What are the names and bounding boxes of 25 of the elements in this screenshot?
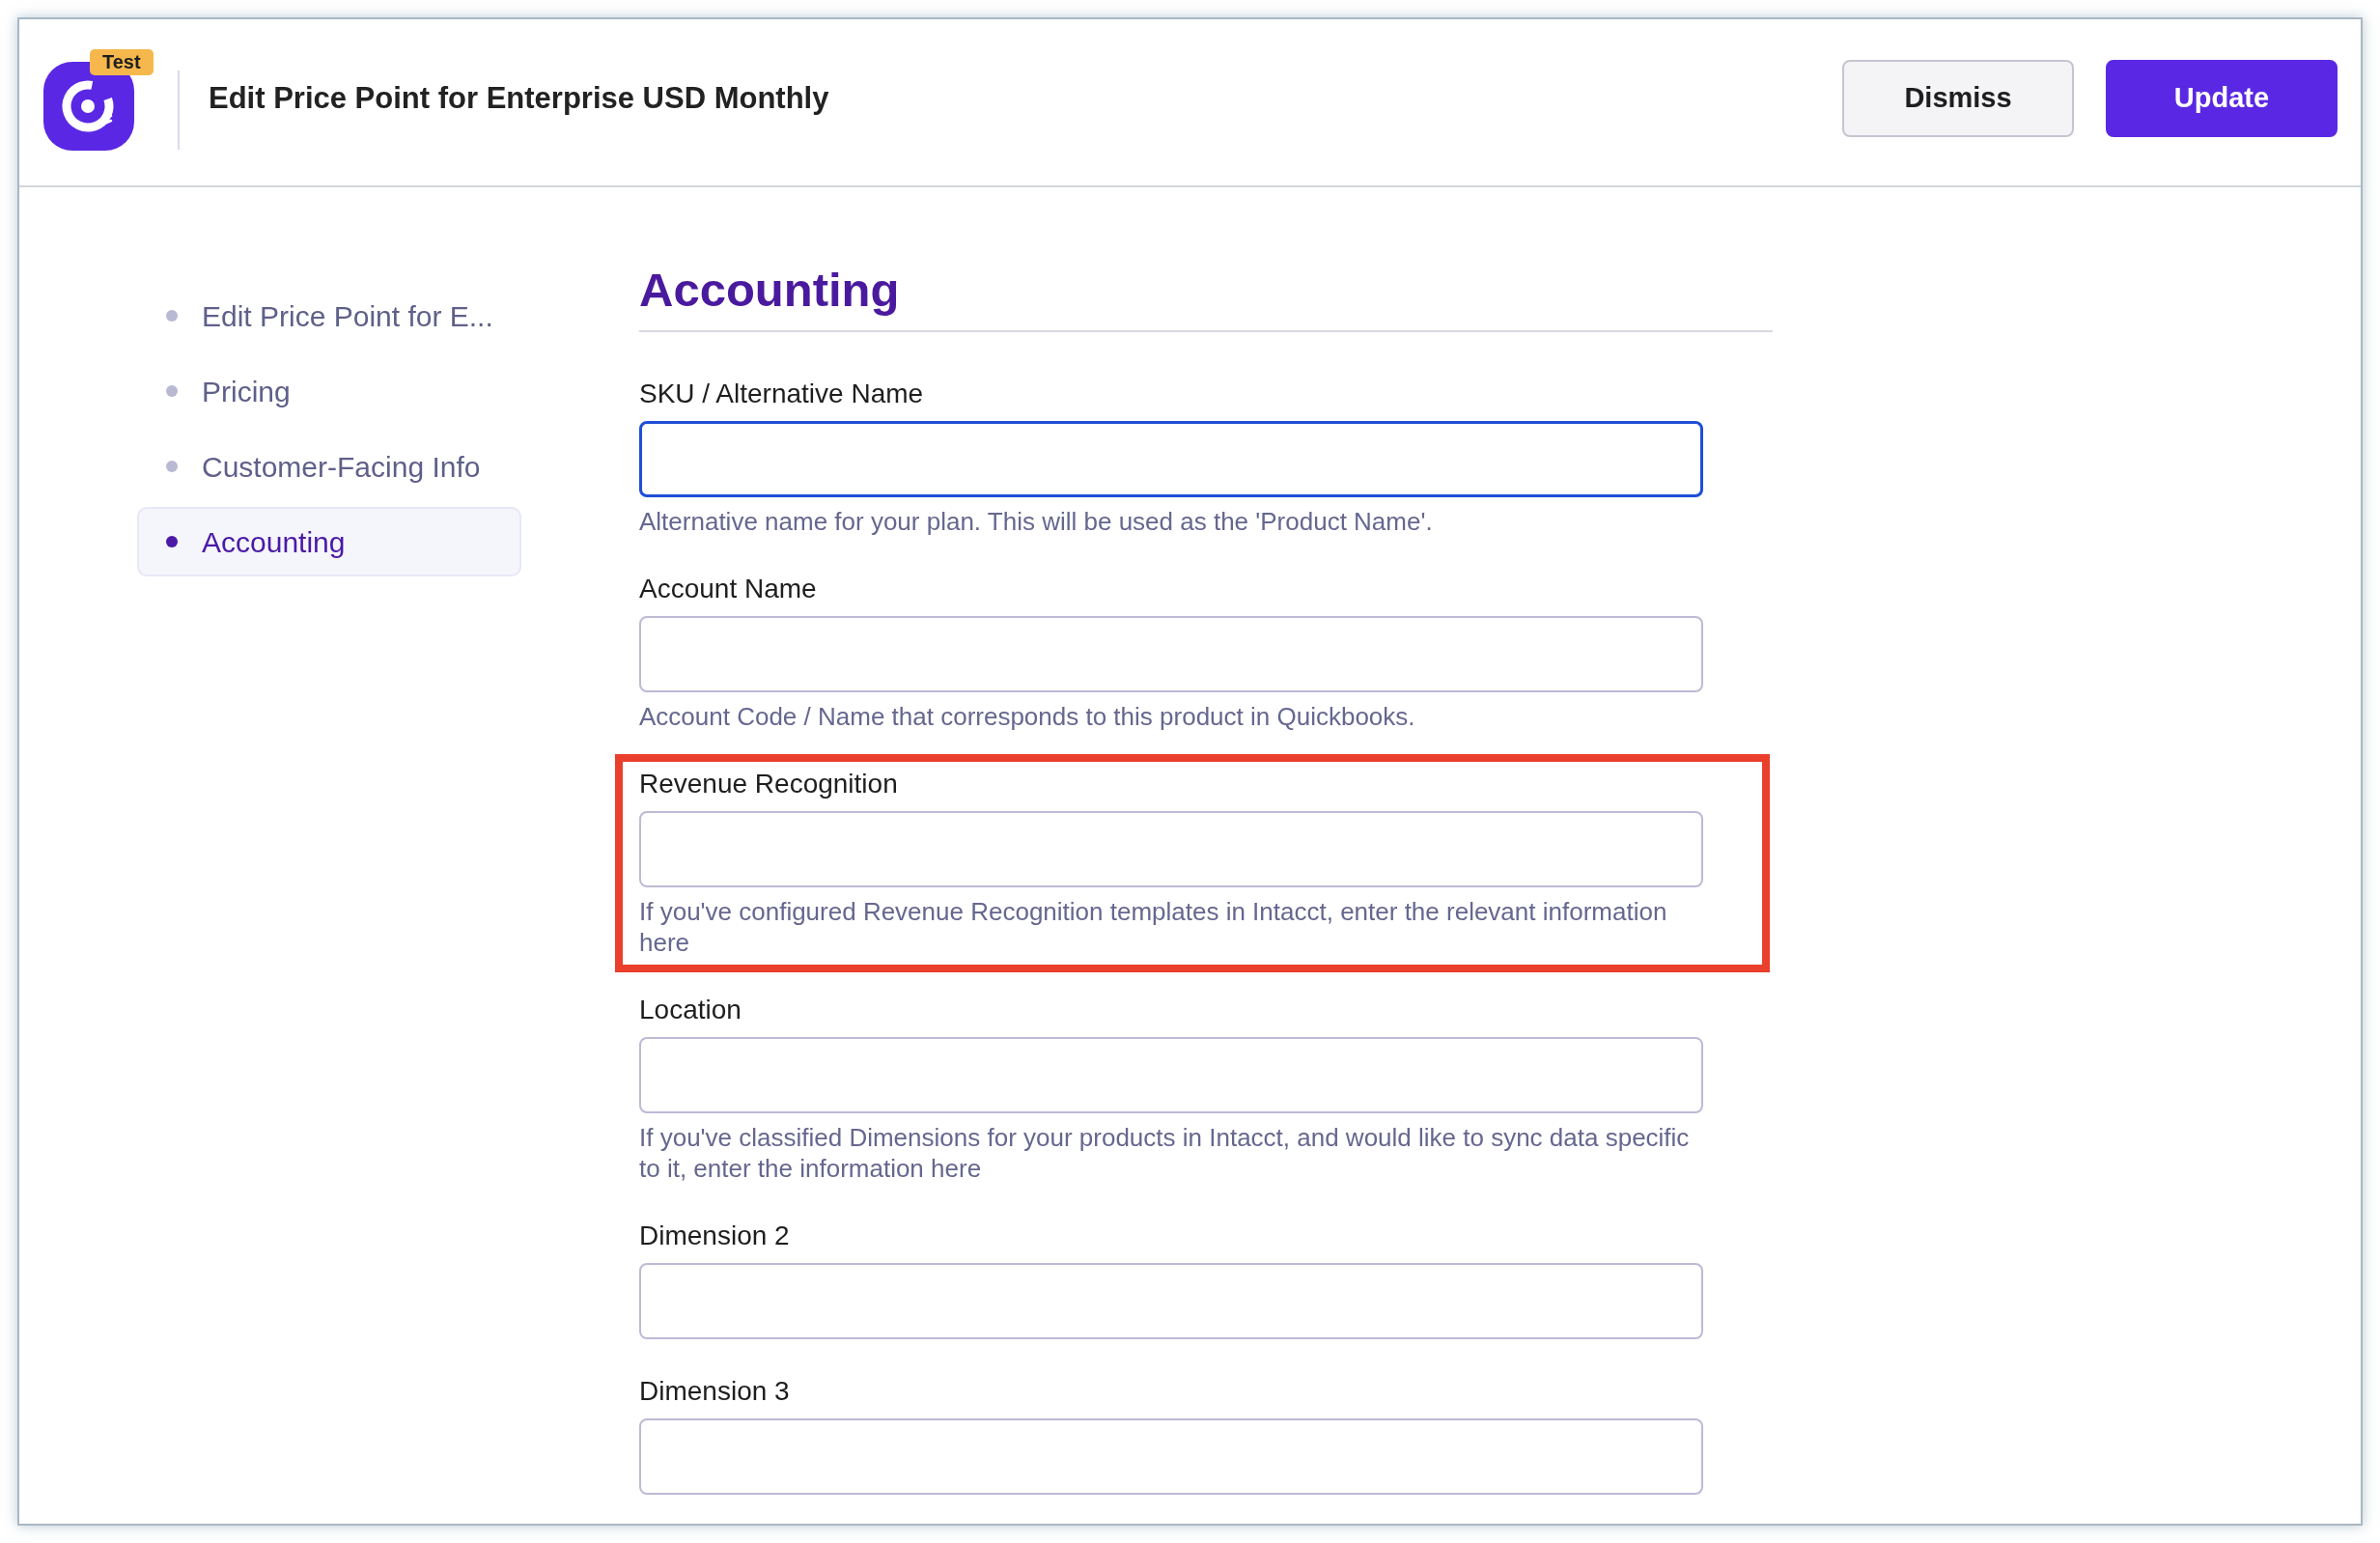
input-field[interactable] [639,811,1703,887]
page-title: Edit Price Point for Enterprise USD Monthly [209,79,829,117]
sidebar-item[interactable]: Edit Price Point for E... [137,281,521,351]
help-text: Alternative name for your plan. This will be used as the 'Product Name'. [639,506,1434,537]
input-field[interactable] [639,1418,1703,1495]
section-heading: Accounting [639,263,1773,332]
sidebar-item[interactable]: Pricing [137,356,521,426]
help-text: If you've configured Revenue Recognition templates in Intacct, enter the relevant information here [639,896,1668,958]
field-label: Account Name [639,573,818,605]
update-button[interactable]: Update [2106,60,2338,137]
help-text: If you've classified Dimensions for your products in Intacct, and would like to sync data specific to it, enter the information here [639,1122,1691,1184]
input-field[interactable] [639,616,1703,692]
input-field[interactable] [639,421,1703,497]
field-label: Location [639,994,742,1026]
help-text: Account Code / Name that corresponds to this product in Quickbooks. [639,701,1416,732]
input-field[interactable] [639,1037,1703,1113]
field-label: Dimension 3 [639,1375,791,1408]
input-field[interactable] [639,1263,1703,1339]
field-label: SKU / Alternative Name [639,378,925,410]
field-label: Dimension 2 [639,1220,791,1252]
dismiss-button[interactable]: Dismiss [1842,60,2074,137]
sidebar-item[interactable]: Accounting [137,507,521,576]
field-label: Revenue Recognition [639,768,899,800]
test-badge: Test [90,49,154,75]
sidebar-item[interactable]: Customer-Facing Info [137,432,521,501]
